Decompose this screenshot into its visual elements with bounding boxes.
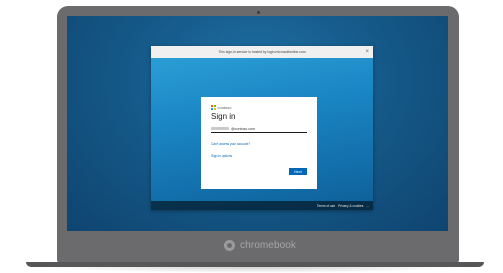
stage: This sign-in service is hosted by login.… <box>0 0 503 273</box>
window-header: This sign-in service is hosted by login.… <box>151 46 373 58</box>
cant-access-link[interactable]: Can't access your account? <box>211 142 250 146</box>
close-icon[interactable]: × <box>365 48 369 56</box>
sign-in-options-link[interactable]: Sign-in options <box>211 154 232 158</box>
privacy-link[interactable]: Privacy & cookies <box>338 204 363 208</box>
laptop-base <box>26 262 484 267</box>
webcam <box>257 11 260 14</box>
chromebook-label: chromebook <box>240 239 297 251</box>
email-field[interactable]: @contoso.com <box>211 125 307 133</box>
redacted-username <box>211 127 229 130</box>
brand-name: contoso <box>217 105 232 110</box>
microsoft-logo-icon <box>211 105 216 110</box>
chrome-icon <box>224 239 235 251</box>
brand: contoso <box>211 105 232 110</box>
screen: This sign-in service is hosted by login.… <box>67 16 448 231</box>
page-title: Sign in <box>211 112 236 121</box>
signin-window: This sign-in service is hosted by login.… <box>151 46 373 210</box>
terms-link[interactable]: Terms of use <box>317 204 335 208</box>
chromebook-logo: chromebook <box>224 237 296 253</box>
signin-card: contoso Sign in @contoso.com Can't acces… <box>201 97 317 189</box>
window-footer: Terms of use Privacy & cookies ... <box>151 201 373 210</box>
more-options-icon[interactable]: ... <box>366 204 369 208</box>
next-button[interactable]: Next <box>289 168 307 175</box>
laptop-shadow <box>40 267 470 273</box>
window-title: This sign-in service is hosted by login.… <box>218 50 306 54</box>
email-suffix: @contoso.com <box>231 126 256 131</box>
